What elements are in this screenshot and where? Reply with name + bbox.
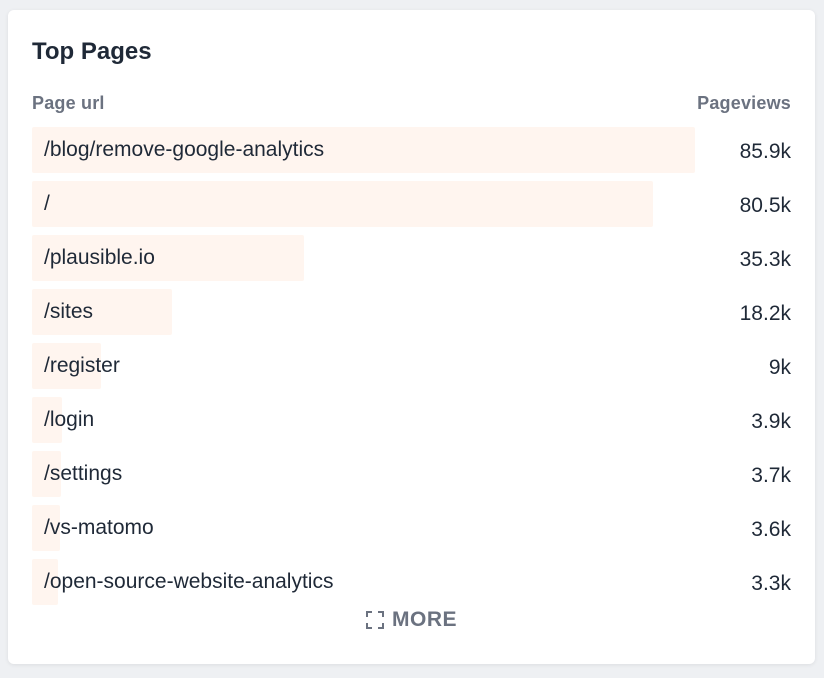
page-row[interactable]: / 80.5k bbox=[32, 181, 791, 227]
page-url-link[interactable]: /sites bbox=[44, 289, 93, 335]
page-row[interactable]: /register 9k bbox=[32, 343, 791, 389]
pageviews-value: 3.6k bbox=[751, 518, 791, 541]
page-url-link[interactable]: /register bbox=[44, 343, 120, 389]
column-header-pageviews: Pageviews bbox=[697, 93, 791, 113]
pageviews-value: 9k bbox=[768, 356, 791, 379]
pageviews-bar bbox=[32, 181, 653, 227]
expand-icon bbox=[366, 611, 384, 629]
page-row[interactable]: /plausible.io 35.3k bbox=[32, 235, 791, 281]
pageviews-value: 80.5k bbox=[739, 194, 791, 217]
page-url-link[interactable]: / bbox=[44, 181, 50, 227]
column-header-page-url: Page url bbox=[32, 93, 105, 113]
pageviews-value: 85.9k bbox=[739, 140, 791, 163]
top-pages-card: Top Pages Page url Pageviews /blog/remov… bbox=[8, 10, 815, 664]
pageviews-value: 3.3k bbox=[751, 572, 791, 595]
page-url-link[interactable]: /blog/remove-google-analytics bbox=[44, 127, 324, 173]
page-url-link[interactable]: /open-source-website-analytics bbox=[44, 559, 333, 605]
pageviews-value: 3.7k bbox=[751, 464, 791, 487]
page-row[interactable]: /blog/remove-google-analytics 85.9k bbox=[32, 127, 791, 173]
page-row[interactable]: /open-source-website-analytics 3.3k bbox=[32, 559, 791, 605]
page-url-link[interactable]: /login bbox=[44, 397, 94, 443]
page-url-link[interactable]: /settings bbox=[44, 451, 122, 497]
pages-list: /blog/remove-google-analytics 85.9k / 80.5k… bbox=[32, 127, 791, 613]
pageviews-value: 35.3k bbox=[739, 248, 791, 271]
more-label: MORE bbox=[392, 608, 457, 631]
page-row[interactable]: /settings 3.7k bbox=[32, 451, 791, 497]
page-row[interactable]: /sites 18.2k bbox=[32, 289, 791, 335]
page-row[interactable]: /vs-matomo 3.6k bbox=[32, 505, 791, 551]
card-title: Top Pages bbox=[32, 38, 152, 65]
page-url-link[interactable]: /vs-matomo bbox=[44, 505, 154, 551]
pageviews-value: 3.9k bbox=[751, 410, 791, 433]
page-url-link[interactable]: /plausible.io bbox=[44, 235, 155, 281]
page-row[interactable]: /login 3.9k bbox=[32, 397, 791, 443]
more-button[interactable]: MORE bbox=[8, 608, 815, 632]
pageviews-value: 18.2k bbox=[739, 302, 791, 325]
